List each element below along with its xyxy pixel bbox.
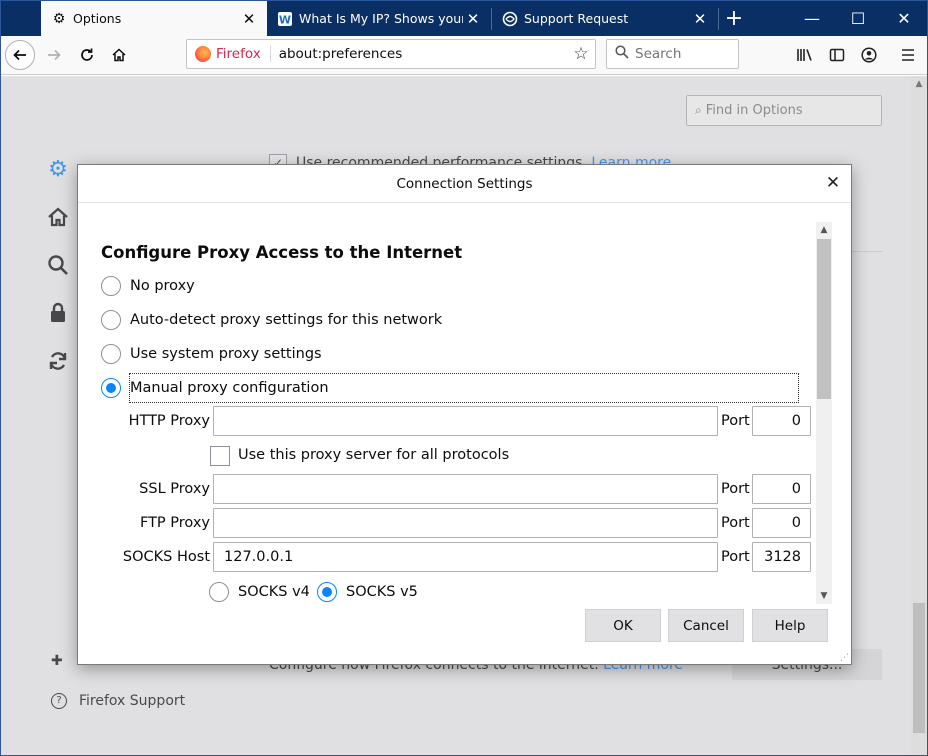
radio-no-proxy[interactable]: No proxy <box>101 274 195 298</box>
close-tab-icon[interactable]: ✕ <box>463 10 483 28</box>
radio-label: Auto-detect proxy settings for this netw… <box>130 312 443 328</box>
radio-auto-detect[interactable]: Auto-detect proxy settings for this netw… <box>101 308 442 332</box>
scroll-up-arrow[interactable]: ▲ <box>816 222 832 238</box>
bookmark-star-icon[interactable]: ☆ <box>567 44 595 64</box>
ssl-proxy-input[interactable] <box>213 474 718 504</box>
help-button[interactable]: Help <box>752 609 828 642</box>
new-tab-button[interactable]: + <box>719 1 749 36</box>
use-for-all-checkbox[interactable] <box>210 446 230 466</box>
url-text[interactable]: about:preferences <box>271 46 567 62</box>
tab-title: Support Request <box>524 11 629 26</box>
radio-system-proxy[interactable]: Use system proxy settings <box>101 342 322 366</box>
maximize-button[interactable]: ☐ <box>835 1 881 36</box>
home-button[interactable] <box>104 40 134 70</box>
sidebar-icon[interactable] <box>824 41 850 69</box>
close-tab-icon[interactable]: ✕ <box>239 10 259 28</box>
dialog-title: Connection Settings <box>78 165 851 203</box>
tab-strip: ⚙ Options ✕ W What Is My IP? Shows your … <box>1 1 927 36</box>
radio-label: No proxy <box>130 278 195 294</box>
tab-title: What Is My IP? Shows your real <box>299 11 463 26</box>
ssl-port-input[interactable]: 0 <box>752 474 811 504</box>
ftp-proxy-label: FTP Proxy <box>139 515 210 531</box>
port-label: Port <box>721 549 750 565</box>
arrow-left-icon <box>13 49 26 61</box>
radio-label: Manual proxy configuration <box>130 380 329 396</box>
connection-settings-dialog: Connection Settings ✕ Configure Proxy Ac… <box>77 164 852 665</box>
ftp-proxy-input[interactable] <box>213 508 718 538</box>
proxy-heading: Configure Proxy Access to the Internet <box>101 243 463 262</box>
radio-label: SOCKS v4 <box>238 584 310 600</box>
library-icon[interactable] <box>792 41 818 69</box>
account-icon[interactable] <box>856 41 882 69</box>
ftp-port-input[interactable]: 0 <box>752 508 811 538</box>
radio-button[interactable] <box>101 310 121 330</box>
http-proxy-input[interactable] <box>213 406 718 436</box>
radio-button-selected[interactable] <box>317 582 337 602</box>
tab-support-request[interactable]: Support Request ✕ <box>492 1 718 36</box>
use-for-all-label: Use this proxy server for all protocols <box>238 447 510 463</box>
radio-button[interactable] <box>101 344 121 364</box>
close-window-button[interactable]: ✕ <box>881 1 927 36</box>
port-label: Port <box>721 515 750 531</box>
tab-options[interactable]: ⚙ Options ✕ <box>41 1 267 36</box>
scroll-down-arrow[interactable]: ▼ <box>816 588 832 604</box>
gear-icon: ⚙ <box>52 10 66 27</box>
socks-host-label: SOCKS Host <box>122 549 210 565</box>
radio-button-selected[interactable] <box>101 378 121 398</box>
arrow-right-icon <box>48 49 61 61</box>
radio-label: SOCKS v5 <box>346 584 418 600</box>
port-label: Port <box>721 413 750 429</box>
ok-button[interactable]: OK <box>585 609 661 642</box>
radio-socks-v5[interactable]: SOCKS v5 <box>317 580 418 604</box>
resize-grip-icon[interactable]: ⋰ <box>840 653 850 663</box>
ssl-proxy-label: SSL Proxy <box>139 481 210 497</box>
cancel-button[interactable]: Cancel <box>668 609 744 642</box>
http-port-input[interactable]: 0 <box>752 406 811 436</box>
minimize-button[interactable]: — <box>789 1 835 36</box>
dialog-scrollbar[interactable]: ▲ ▼ <box>816 222 832 604</box>
forward-button[interactable] <box>39 40 69 70</box>
port-label: Port <box>721 481 750 497</box>
home-icon <box>112 48 126 62</box>
url-bar[interactable]: Firefox about:preferences ☆ <box>186 39 596 69</box>
close-icon[interactable]: ✕ <box>821 171 845 195</box>
navigation-toolbar: Firefox about:preferences ☆ Search <box>1 36 927 75</box>
radio-manual-proxy[interactable]: Manual proxy configuration <box>101 376 329 400</box>
firefox-logo-icon <box>195 46 211 62</box>
radio-label: Use system proxy settings <box>130 346 322 362</box>
support-favicon <box>502 11 518 27</box>
search-input[interactable]: Search <box>606 39 739 69</box>
tab-title: Options <box>73 11 122 26</box>
menu-hamburger-icon[interactable] <box>895 41 921 69</box>
svg-text:W: W <box>279 13 291 26</box>
scrollbar-thumb[interactable] <box>817 239 831 399</box>
search-icon <box>615 45 629 63</box>
socks-host-input[interactable]: 127.0.0.1 <box>213 542 718 572</box>
reload-button[interactable] <box>72 40 102 70</box>
close-tab-icon[interactable]: ✕ <box>690 10 710 28</box>
radio-button[interactable] <box>209 582 229 602</box>
radio-button[interactable] <box>101 276 121 296</box>
http-proxy-label: HTTP Proxy <box>128 413 210 429</box>
radio-socks-v4[interactable]: SOCKS v4 <box>209 580 310 604</box>
whatismyip-favicon: W <box>277 11 293 27</box>
identity-label: Firefox <box>216 46 271 62</box>
reload-icon <box>81 48 93 61</box>
search-placeholder: Search <box>635 46 682 62</box>
back-button[interactable] <box>5 40 35 70</box>
tab-whatismyip[interactable]: W What Is My IP? Shows your real ✕ <box>267 1 491 36</box>
socks-port-input[interactable]: 3128 <box>752 542 811 572</box>
